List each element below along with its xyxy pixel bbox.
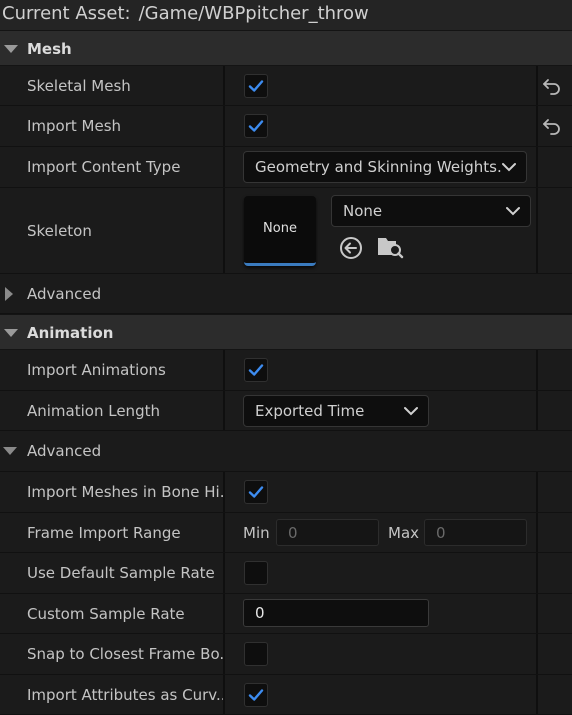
import-meshes-bone-checkbox[interactable] (244, 480, 268, 504)
skeletal-mesh-label: Skeletal Mesh (27, 76, 131, 95)
section-mesh[interactable]: Mesh (0, 30, 572, 66)
animation-length-label: Animation Length (27, 401, 160, 420)
snap-closest-frame-checkbox[interactable] (244, 642, 268, 666)
snap-closest-frame-label: Snap to Closest Frame Bo... (27, 645, 223, 663)
import-mesh-label: Import Mesh (27, 117, 122, 135)
section-animation-title: Animation (27, 324, 114, 342)
current-asset-label: Current Asset: (2, 3, 131, 24)
row-snap-closest-frame: Snap to Closest Frame Bo... (0, 634, 572, 675)
use-selected-asset-icon[interactable] (338, 235, 364, 261)
collapse-arrow-icon[interactable] (4, 329, 18, 337)
frame-import-range-label: Frame Import Range (27, 523, 181, 542)
max-label: Max (388, 524, 420, 542)
min-frame-input[interactable]: 0 (276, 519, 379, 546)
collapse-arrow-icon[interactable] (4, 45, 18, 53)
skeleton-value: None (343, 202, 383, 220)
checkmark-icon (248, 689, 264, 701)
skeleton-thumbnail[interactable]: None (244, 196, 316, 266)
checkmark-icon (248, 486, 264, 498)
chevron-down-icon (502, 163, 516, 172)
use-default-sample-rate-checkbox[interactable] (244, 561, 268, 585)
import-meshes-bone-label: Import Meshes in Bone Hi... (27, 483, 223, 501)
custom-sample-rate-input[interactable]: 0 (243, 599, 429, 627)
section-animation[interactable]: Animation (0, 314, 572, 350)
current-asset-header: Current Asset: /Game/WBPpitcher_throw (0, 0, 572, 30)
expand-arrow-icon[interactable] (5, 287, 13, 301)
skeleton-thumbnail-text: None (263, 221, 297, 236)
row-import-meshes-bone: Import Meshes in Bone Hi... (0, 472, 572, 513)
browse-asset-icon[interactable] (376, 234, 404, 260)
import-attributes-curves-label: Import Attributes as Curv... (27, 685, 223, 704)
row-use-default-sample-rate: Use Default Sample Rate (0, 553, 572, 594)
row-import-mesh: Import Mesh (0, 106, 572, 147)
row-frame-import-range: Frame Import Range Min 0 Max 0 (0, 513, 572, 553)
current-asset-path: /Game/WBPpitcher_throw (138, 3, 369, 24)
import-mesh-checkbox[interactable] (244, 114, 268, 138)
row-custom-sample-rate: Custom Sample Rate 0 (0, 594, 572, 634)
checkmark-icon (248, 120, 264, 132)
skeleton-asset-dropdown[interactable]: None (331, 195, 531, 227)
animation-length-dropdown[interactable]: Exported Time (243, 395, 429, 427)
import-attributes-curves-checkbox[interactable] (244, 683, 268, 707)
import-animations-checkbox[interactable] (244, 358, 268, 382)
row-animation-length: Animation Length Exported Time (0, 391, 572, 431)
section-mesh-title: Mesh (27, 40, 72, 58)
import-animations-label: Import Animations (27, 361, 166, 379)
skeleton-label: Skeleton (27, 221, 92, 240)
row-skeletal-mesh: Skeletal Mesh (0, 66, 572, 106)
mesh-advanced-title: Advanced (27, 285, 102, 303)
row-skeleton: Skeleton None None (0, 188, 572, 274)
reset-to-default-icon[interactable] (541, 116, 563, 136)
max-frame-input[interactable]: 0 (424, 519, 527, 546)
import-content-type-label: Import Content Type (27, 158, 181, 176)
import-content-type-dropdown[interactable]: Geometry and Skinning Weights. (243, 151, 527, 183)
import-content-type-value: Geometry and Skinning Weights. (255, 158, 502, 176)
animation-advanced-group[interactable]: Advanced (0, 431, 572, 472)
use-default-sample-rate-label: Use Default Sample Rate (27, 564, 215, 582)
mesh-advanced-group[interactable]: Advanced (0, 274, 572, 314)
min-label: Min (243, 524, 270, 542)
chevron-down-icon (404, 407, 418, 416)
animation-advanced-title: Advanced (27, 442, 102, 460)
row-import-content-type: Import Content Type Geometry and Skinnin… (0, 147, 572, 188)
row-import-attributes-curves: Import Attributes as Curv... (0, 675, 572, 715)
custom-sample-rate-label: Custom Sample Rate (27, 604, 185, 623)
reset-to-default-icon[interactable] (541, 76, 563, 96)
animation-length-value: Exported Time (255, 402, 365, 420)
collapse-arrow-icon[interactable] (3, 447, 17, 455)
skeletal-mesh-checkbox[interactable] (244, 74, 268, 98)
checkmark-icon (248, 364, 264, 376)
chevron-down-icon (506, 207, 520, 216)
row-import-animations: Import Animations (0, 350, 572, 391)
checkmark-icon (248, 80, 264, 92)
